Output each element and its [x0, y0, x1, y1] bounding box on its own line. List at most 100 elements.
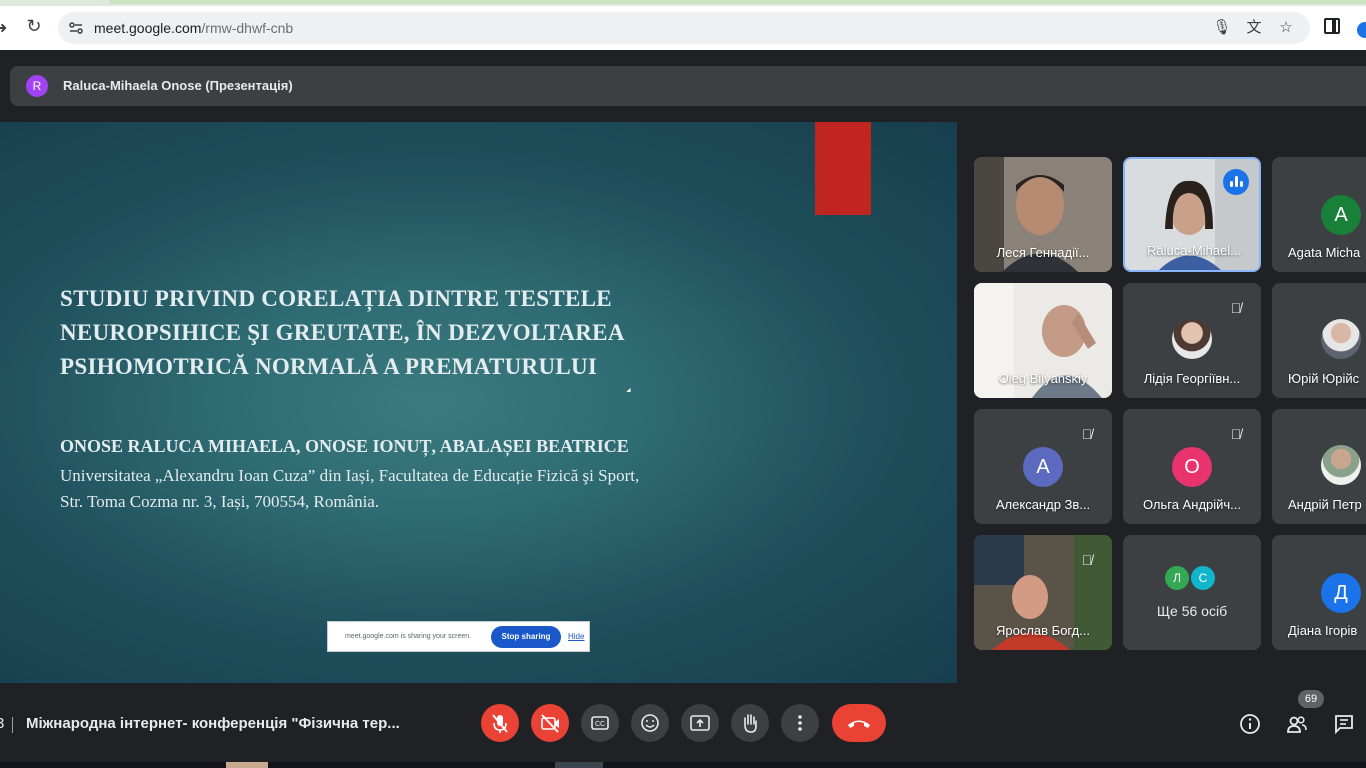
presenter-name: Raluca-Mihaela Onose (Презентація): [63, 78, 293, 93]
slide-title: STUDIU PRIVIND CORELAȚIA DINTRE TESTELE …: [60, 282, 760, 384]
reactions-button[interactable]: [631, 704, 669, 742]
slide-title-line: NEUROPSIHICE ŞI GREUTATE, ÎN DEZVOLTAREA: [60, 320, 625, 345]
info-icon: [1240, 714, 1260, 734]
url-path: /rmw-dhwf-cnb: [201, 20, 294, 36]
leave-call-button[interactable]: [832, 704, 886, 742]
more-options-button[interactable]: [781, 704, 819, 742]
participant-name: Александр Зв...: [995, 497, 1091, 512]
people-button[interactable]: [1285, 712, 1309, 736]
profile-avatar[interactable]: [1357, 22, 1366, 38]
participant-avatar: С: [1191, 566, 1215, 590]
chat-icon: [1335, 715, 1353, 735]
share-notice-text: meet.google.com is sharing your screen.: [345, 633, 472, 640]
participant-name: Raluca-Mihael...: [1147, 243, 1241, 258]
more-participants-avatars: Л С: [1165, 566, 1225, 590]
participant-tile[interactable]: Андрій Петр: [1272, 409, 1366, 524]
participant-name: Oleg Bilyanskiy: [998, 371, 1088, 386]
mic-off-icon: [492, 714, 508, 733]
slide-title-line: PSIHOMOTRICĂ NORMALĂ A PREMATURULUI: [60, 354, 598, 379]
back-icon[interactable]: ➜: [0, 18, 7, 38]
more-participants-label: Ще 56 осіб: [1156, 603, 1228, 619]
hang-up-icon: [848, 720, 870, 728]
presenter-avatar: R: [26, 75, 48, 97]
clock-fragment: 3: [0, 715, 5, 732]
participant-avatar: A: [1321, 195, 1361, 235]
present-screen-button[interactable]: [681, 704, 719, 742]
participant-name: Лідія Георгіївн...: [1143, 371, 1241, 386]
os-taskbar: [0, 762, 1366, 768]
participant-avatar: A: [1023, 447, 1063, 487]
muted-mic-icon: 🎙̸: [1230, 300, 1242, 316]
people-icon: [1287, 716, 1307, 733]
participant-tile[interactable]: 🎙̸ Лідія Георгіївн...: [1123, 283, 1261, 398]
url-host: meet.google.com: [94, 20, 202, 36]
speaking-indicator-icon: [1223, 169, 1249, 195]
participant-tile[interactable]: О 🎙̸ Ольга Андрійч...: [1123, 409, 1261, 524]
presenter-banner: R Raluca-Mihaela Onose (Презентація): [10, 66, 1366, 106]
call-controls-bar: 3 Міжнародна інтернет- конференція "Фізи…: [0, 690, 1366, 760]
presentation-slide: STUDIU PRIVIND CORELAȚIA DINTRE TESTELE …: [0, 122, 957, 683]
participant-tile[interactable]: Д Діана Ігорів: [1272, 535, 1366, 650]
microphone-off-button[interactable]: [481, 704, 519, 742]
slide-affiliation-line: Str. Toma Cozma nr. 3, Iași, 700554, Rom…: [60, 492, 380, 511]
participant-tile[interactable]: A 🎙̸ Александр Зв...: [974, 409, 1112, 524]
more-participants-tile[interactable]: Л С Ще 56 осіб: [1123, 535, 1261, 650]
participant-tile[interactable]: 🎙̸ Oleg Bilyanskiy: [974, 283, 1112, 398]
slide-red-accent: [815, 122, 871, 215]
svg-text:CC: CC: [595, 721, 605, 728]
bookmark-star-icon[interactable]: ☆: [1276, 18, 1296, 38]
hide-notice-link[interactable]: Hide: [568, 632, 584, 641]
camera-off-button[interactable]: [531, 704, 569, 742]
participant-name: Ярослав Богд...: [995, 623, 1091, 638]
meet-stage: R Raluca-Mihaela Onose (Презентація) STU…: [0, 50, 1366, 768]
muted-mic-icon: 🎙̸: [1081, 552, 1093, 568]
participant-name: Леся Геннадії...: [996, 245, 1090, 260]
slide-affiliation-line: Universitatea „Alexandru Ioan Cuza” din …: [60, 466, 640, 485]
slide-authors: ONOSE RALUCA MIHAELA, ONOSE IONUȚ, ABALA…: [60, 436, 629, 456]
browser-toolbar: ➜ ↻ meet.google.com/rmw-dhwf-cnb 🎙 文 ☆: [0, 6, 1366, 50]
screen-share-notice: meet.google.com is sharing your screen. …: [327, 621, 590, 652]
taskbar-item[interactable]: [226, 762, 268, 768]
participant-tile[interactable]: Юрій Юрійс: [1272, 283, 1366, 398]
meeting-info-button[interactable]: [1238, 712, 1262, 736]
participant-name: Діана Ігорів: [1288, 623, 1358, 638]
address-bar[interactable]: meet.google.com/rmw-dhwf-cnb 🎙 文 ☆: [58, 12, 1310, 44]
reload-icon[interactable]: ↻: [24, 16, 44, 36]
site-settings-icon[interactable]: [68, 20, 84, 36]
stop-sharing-button[interactable]: Stop sharing: [491, 626, 561, 648]
participant-name: Ольга Андрійч...: [1142, 497, 1242, 512]
slide-title-line: STUDIU PRIVIND CORELAȚIA DINTRE TESTELE: [60, 286, 612, 311]
emoji-icon: [641, 714, 659, 732]
participant-name: Андрій Петр: [1288, 497, 1362, 512]
taskbar-item[interactable]: [555, 762, 603, 768]
participant-tile[interactable]: A Agata Micha: [1272, 157, 1366, 272]
divider: [12, 717, 13, 733]
participant-name: Agata Micha: [1288, 245, 1361, 260]
participant-avatar-photo: [1321, 319, 1361, 359]
participant-tile-speaking[interactable]: Raluca-Mihael...: [1123, 157, 1261, 272]
captions-icon: CC: [591, 716, 609, 730]
muted-mic-icon: 🎙̸: [1081, 300, 1093, 316]
tab-strip: [110, 0, 1366, 4]
participant-avatar: Д: [1321, 573, 1361, 613]
more-vert-icon: [798, 715, 802, 731]
raise-hand-button[interactable]: [731, 704, 769, 742]
microphone-icon[interactable]: 🎙: [1212, 18, 1232, 38]
participant-avatar: О: [1172, 447, 1212, 487]
participant-avatar-photo: [1172, 319, 1212, 359]
muted-mic-icon: 🎙̸: [1081, 426, 1093, 442]
translate-icon[interactable]: 文: [1244, 18, 1264, 38]
participant-tile[interactable]: 🎙̸ Ярослав Богд...: [974, 535, 1112, 650]
url-text[interactable]: meet.google.com/rmw-dhwf-cnb: [94, 20, 293, 36]
participant-count-badge: 69: [1298, 690, 1324, 708]
present-icon: [690, 715, 710, 731]
muted-mic-icon: 🎙̸: [1230, 426, 1242, 442]
participant-avatar-photo: [1321, 445, 1361, 485]
chat-button[interactable]: [1332, 712, 1356, 736]
hand-icon: [744, 714, 757, 733]
captions-button[interactable]: CC: [581, 704, 619, 742]
participant-tile[interactable]: Леся Геннадії...: [974, 157, 1112, 272]
side-panel-icon[interactable]: [1324, 18, 1340, 34]
participant-name: Юрій Юрійс: [1288, 371, 1360, 386]
meeting-title: Міжнародна інтернет- конференція "Фізичн…: [26, 715, 400, 732]
